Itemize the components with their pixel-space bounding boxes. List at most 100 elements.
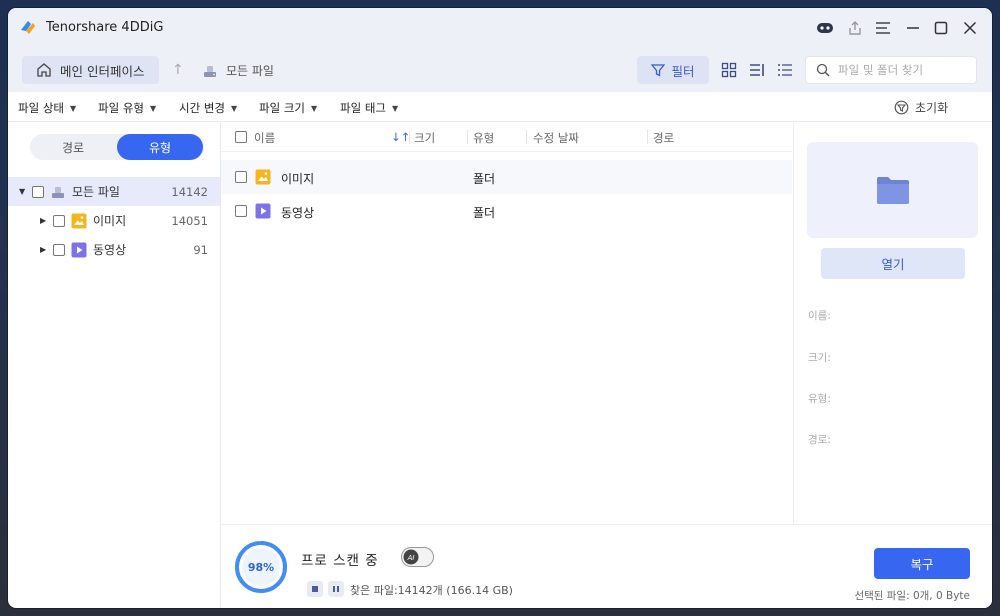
grid-view-icon[interactable]: [721, 62, 737, 78]
header-path[interactable]: 경로: [653, 130, 674, 146]
stop-icon: [312, 586, 318, 592]
drive-icon: [52, 186, 64, 198]
header-type[interactable]: 유형: [473, 130, 494, 146]
filter-file-tag[interactable]: 파일 태그 ▼: [340, 100, 398, 116]
reset-label: 초기화: [915, 101, 949, 115]
filter-time-modified-label: 시간 변경: [179, 101, 225, 115]
image-folder-icon: [255, 169, 271, 185]
tree-item-videos[interactable]: ▶ 동영상 91: [8, 235, 220, 264]
folder-icon: [876, 177, 909, 204]
robot-icon[interactable]: [814, 17, 836, 39]
filter-file-type[interactable]: 파일 유형 ▼: [98, 100, 156, 116]
toggle-type[interactable]: 유형: [117, 134, 203, 160]
preview-thumbnail: [807, 142, 978, 238]
tree-item-count: 14142: [171, 184, 208, 199]
nav-bar: 메인 인터페이스 ↑ 모든 파일 필터: [8, 48, 992, 92]
scan-progress-ring: 98%: [235, 541, 287, 593]
home-icon: [37, 63, 51, 77]
view-toggle: 경로 유형: [30, 134, 204, 160]
header-modified[interactable]: 수정 날짜: [533, 130, 579, 146]
search-box[interactable]: [805, 56, 977, 84]
title-bar: Tenorshare 4DDiG: [8, 8, 992, 48]
reset-filter-icon: [894, 100, 909, 115]
ai-icon: AI: [403, 549, 419, 565]
up-arrow-icon[interactable]: ↑: [172, 62, 184, 78]
tree-item-count: 91: [193, 242, 208, 257]
preview-panel: 열기 이름: 크기: 유형: 경로:: [793, 122, 992, 524]
filter-icon: [651, 64, 666, 77]
expand-icon[interactable]: ▶: [40, 216, 50, 225]
minimize-icon[interactable]: [902, 17, 924, 39]
pause-icon: [333, 586, 339, 592]
status-bar: 98% 프로 스캔 중 AI 찾은 파일:14142개 (166.14 GB) …: [221, 524, 992, 608]
selected-files-text: 선택된 파일: 0개, 0 Byte: [854, 590, 970, 602]
filter-time-modified[interactable]: 시간 변경 ▼: [179, 100, 237, 116]
app-title: Tenorshare 4DDiG: [46, 20, 164, 35]
expand-icon[interactable]: ▼: [19, 187, 29, 196]
sort-icon[interactable]: ↓↑: [391, 130, 410, 144]
checkbox[interactable]: [53, 214, 65, 227]
header-divider: [526, 130, 527, 144]
checkbox[interactable]: [53, 243, 65, 256]
toggle-path[interactable]: 경로: [30, 134, 116, 160]
filter-label: 필터: [671, 63, 695, 79]
table-row[interactable]: 이미지 폴더: [221, 160, 792, 194]
menu-icon[interactable]: [872, 17, 894, 39]
home-label: 메인 인터페이스: [60, 63, 145, 79]
select-all-checkbox[interactable]: [235, 131, 247, 143]
recover-button[interactable]: 복구: [874, 548, 970, 579]
filter-file-size[interactable]: 파일 크기 ▼: [259, 100, 317, 116]
filter-file-status[interactable]: 파일 상태 ▼: [18, 100, 76, 116]
close-icon[interactable]: [959, 17, 981, 39]
tree-item-images[interactable]: ▶ 이미지 14051: [8, 206, 220, 235]
row-name: 동영상: [281, 206, 315, 220]
row-name: 이미지: [281, 172, 315, 186]
app-logo-icon: [21, 21, 35, 34]
scan-percent: 98%: [248, 561, 274, 574]
filter-file-type-label: 파일 유형: [98, 101, 144, 115]
open-button[interactable]: 열기: [821, 248, 965, 279]
header-divider: [647, 130, 648, 144]
search-input[interactable]: [838, 63, 968, 77]
list-view-icon[interactable]: [777, 62, 793, 78]
filter-button[interactable]: 필터: [637, 56, 709, 84]
row-type: 폴더: [473, 172, 496, 186]
file-list: 이름 ↓↑ 크기 유형 수정 날짜 경로 이미지 폴더 동영상 폴더: [221, 122, 792, 524]
row-checkbox[interactable]: [235, 205, 247, 217]
tree-item-label: 동영상: [93, 243, 127, 257]
filter-bar: 파일 상태 ▼ 파일 유형 ▼ 시간 변경 ▼ 파일 크기 ▼ 파일 태그 ▼ 초기화: [8, 92, 992, 122]
chevron-down-icon: ▼: [149, 103, 157, 113]
table-row[interactable]: 동영상 폴더: [221, 194, 792, 228]
breadcrumb: 모든 파일: [202, 62, 274, 79]
filter-file-size-label: 파일 크기: [259, 101, 305, 115]
row-type: 폴더: [473, 206, 496, 220]
stop-button[interactable]: [307, 581, 323, 597]
header-size[interactable]: 크기: [414, 130, 435, 146]
left-panel: 경로 유형 ▼ 모든 파일 14142 ▶ 이미지 14051 ▶ 동영상 91: [8, 122, 221, 608]
tree-item-label: 모든 파일: [72, 185, 120, 199]
video-folder-icon: [255, 203, 271, 219]
home-button[interactable]: 메인 인터페이스: [22, 56, 159, 84]
app-window: Tenorshare 4DDiG 메인 인터페이스 ↑ 모든 파일 필터 파일 …: [8, 8, 992, 608]
chevron-down-icon: ▼: [391, 103, 399, 113]
tree-item-all-files[interactable]: ▼ 모든 파일 14142: [8, 177, 220, 206]
list-header: 이름 ↓↑ 크기 유형 수정 날짜 경로: [221, 122, 792, 152]
checkbox[interactable]: [32, 185, 44, 198]
export-icon[interactable]: [844, 17, 866, 39]
pause-button[interactable]: [328, 581, 344, 597]
breadcrumb-label: 모든 파일: [226, 64, 274, 78]
image-folder-icon: [71, 213, 87, 228]
reset-button[interactable]: 초기화: [894, 99, 948, 116]
expand-icon[interactable]: ▶: [40, 245, 50, 254]
row-checkbox[interactable]: [235, 171, 247, 183]
header-name[interactable]: 이름: [254, 130, 275, 146]
maximize-icon[interactable]: [930, 17, 952, 39]
meta-path-label: 경로:: [808, 434, 831, 446]
tree-item-count: 14051: [171, 213, 208, 228]
ai-toggle[interactable]: AI: [401, 547, 434, 567]
scan-title: 프로 스캔 중: [301, 553, 379, 569]
header-divider: [467, 130, 468, 144]
header-divider: [409, 130, 410, 144]
search-icon: [816, 63, 830, 77]
detail-view-icon[interactable]: [749, 62, 765, 78]
